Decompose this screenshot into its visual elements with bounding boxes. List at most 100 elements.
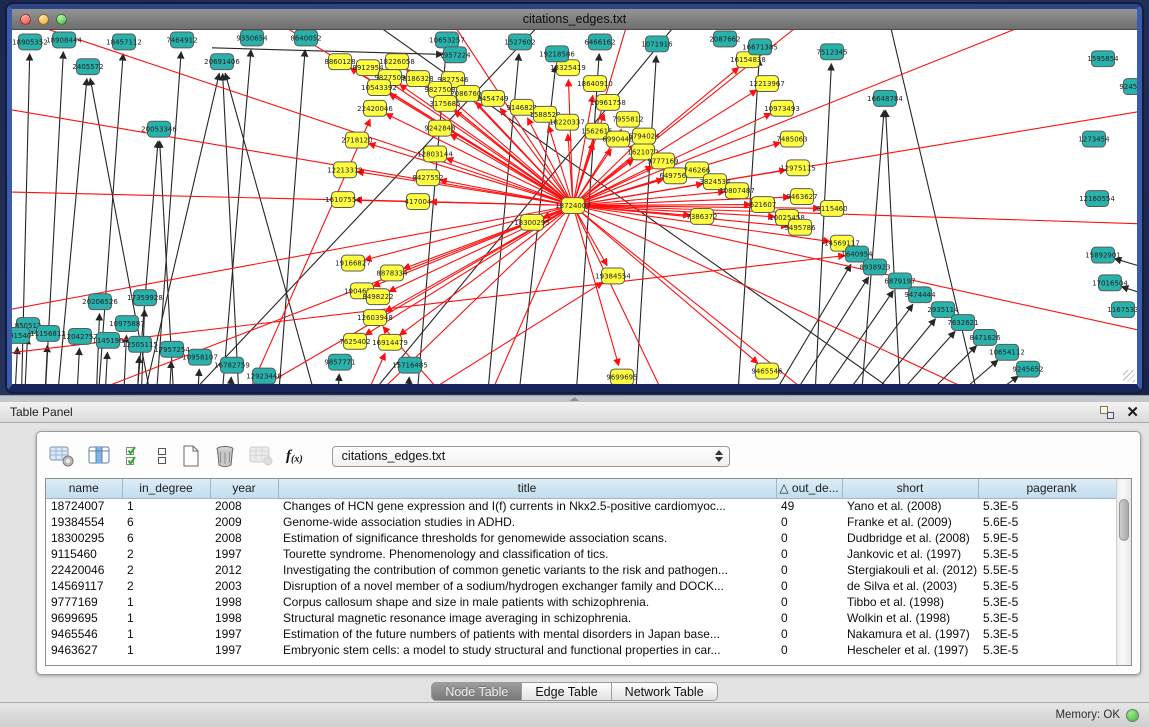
graph-node-20691406[interactable]: 20691406 [204, 54, 240, 70]
table-vertical-scrollbar[interactable] [1116, 479, 1131, 665]
graph-node-1527602[interactable]: 1527602 [504, 34, 535, 50]
graph-node-15892901[interactable]: 15892901 [1085, 247, 1121, 263]
table-row[interactable]: 1830029562008Estimation of significance … [46, 530, 1125, 546]
table-row[interactable]: 946554611997Estimation of the future num… [46, 626, 1125, 642]
graph-node-7512345[interactable]: 7512345 [816, 44, 847, 60]
import-table-icon[interactable] [249, 445, 273, 467]
delete-table-icon[interactable] [214, 444, 236, 468]
graph-node-18905352[interactable]: 18905352 [12, 34, 48, 50]
graph-node-9463627[interactable]: 9463627 [786, 189, 817, 205]
table-selector-dropdown[interactable]: citations_edges.txt [332, 446, 730, 467]
graph-node-19166827[interactable]: 19166827 [335, 255, 371, 271]
new-table-icon[interactable] [181, 444, 201, 468]
graph-node-12213967[interactable]: 12213967 [749, 76, 785, 92]
close-panel-icon[interactable]: ✕ [1126, 406, 1139, 419]
row-options-icon[interactable] [156, 445, 168, 467]
graph-edge[interactable] [446, 158, 573, 205]
table-settings-icon[interactable] [49, 445, 75, 467]
graph-edge[interactable] [573, 30, 1137, 206]
graph-edge[interactable] [908, 376, 1018, 384]
graph-node-7955812[interactable]: 7955812 [612, 111, 643, 127]
panel-splitter[interactable] [0, 395, 1149, 402]
graph-edge[interactable] [365, 206, 573, 260]
graph-node-20053346[interactable]: 20053346 [141, 121, 177, 137]
graph-edge[interactable] [573, 206, 912, 384]
graph-edge[interactable] [823, 319, 935, 384]
graph-node-12160554[interactable]: 12160554 [1079, 191, 1115, 207]
graph-edge[interactable] [94, 314, 100, 384]
graph-edge[interactable] [568, 80, 573, 206]
graph-edge[interactable] [225, 73, 332, 384]
graph-node-10653257[interactable]: 10653257 [429, 32, 465, 48]
graph-node-7957224[interactable]: 7957224 [439, 47, 471, 63]
graph-node-8454749[interactable]: 8454749 [477, 90, 508, 106]
graph-edge[interactable] [737, 264, 851, 384]
graph-edge[interactable] [887, 360, 998, 384]
select-all-icon[interactable] [125, 445, 143, 467]
graph-node-6879197[interactable]: 6879197 [884, 273, 915, 289]
graph-node-1145190[interactable]: 1145190 [92, 332, 123, 348]
table-row[interactable]: 1872400712008Changes of HCN gene express… [46, 498, 1125, 514]
column-header-pagerank[interactable]: pagerank [978, 479, 1125, 498]
column-header-short[interactable]: short [842, 479, 978, 498]
table-row[interactable]: 946362711997Embryonic stem cells: a mode… [46, 642, 1125, 658]
graph-node-9245052[interactable]: 9245052 [1119, 79, 1137, 95]
graph-node-16107554[interactable]: 16107554 [325, 192, 361, 208]
graph-node-1273454[interactable]: 1273454 [1078, 131, 1110, 147]
graph-edge[interactable] [573, 206, 1137, 358]
table-row[interactable]: 2242004622012Investigating the contribut… [46, 562, 1125, 578]
graph-node-9350654[interactable]: 9350654 [236, 30, 268, 46]
graph-edge[interactable] [404, 377, 409, 384]
column-header-title[interactable]: title [278, 479, 776, 498]
graph-edge[interactable] [368, 144, 573, 206]
graph-edge[interactable] [262, 282, 603, 384]
graph-node-6794024[interactable]: 6794024 [628, 128, 660, 144]
graph-node-2718120[interactable]: 2718120 [341, 132, 372, 148]
graph-node-17016504[interactable]: 17016504 [1092, 275, 1128, 291]
graph-node-9465546[interactable]: 9465546 [751, 363, 782, 379]
table-row[interactable]: 1456911722003Disruption of a novel membe… [46, 578, 1125, 594]
column-header-out_de[interactable]: △ out_de... [776, 479, 842, 498]
graph-node-1071916[interactable]: 1071916 [641, 36, 672, 52]
graph-edge[interactable] [74, 348, 79, 384]
tab-edge-table[interactable]: Edge Table [522, 682, 611, 701]
graph-node-9474444[interactable]: 9474444 [904, 287, 936, 303]
graph-edge[interactable] [194, 369, 199, 384]
graph-edge[interactable] [226, 377, 231, 384]
graph-node-2087662[interactable]: 2087662 [709, 31, 740, 47]
column-header-year[interactable]: year [210, 479, 278, 498]
graph-edge[interactable] [274, 50, 305, 384]
graph-edge[interactable] [217, 50, 251, 384]
memory-status-icon[interactable] [1126, 709, 1139, 722]
graph-node-8427552[interactable]: 8427552 [412, 170, 443, 186]
graph-node-7386372[interactable]: 7386372 [686, 208, 717, 224]
graph-node-8471626[interactable]: 8471626 [969, 329, 1000, 345]
graph-node-10975887[interactable]: 10975887 [109, 316, 145, 332]
graph-node-16648784[interactable]: 16648784 [867, 90, 903, 106]
graph-node-7485063[interactable]: 7485063 [776, 131, 807, 147]
graph-edge[interactable] [573, 206, 712, 384]
window-resize-grip[interactable] [1123, 370, 1135, 382]
graph-node-10654112[interactable]: 10654112 [989, 344, 1025, 360]
network-canvas[interactable]: 1872400788601288912954182260589827509818… [12, 30, 1137, 384]
graph-node-9857771[interactable]: 9857771 [324, 354, 355, 370]
network-window-titlebar[interactable]: citations_edges.txt [12, 9, 1137, 30]
graph-edge[interactable] [573, 206, 607, 266]
graph-node-20206526[interactable]: 20206526 [82, 294, 118, 310]
graph-edge[interactable] [166, 361, 171, 384]
graph-node-12975115[interactable]: 12975115 [780, 160, 816, 176]
graph-node-12923448[interactable]: 12923448 [246, 368, 282, 384]
graph-node-9242848[interactable]: 9242848 [424, 120, 455, 136]
graph-edge[interactable] [383, 327, 532, 384]
table-row[interactable]: 977716911998Corpus callosum shape and si… [46, 594, 1125, 610]
graph-edge[interactable] [780, 291, 893, 384]
graph-edge[interactable] [573, 206, 1112, 384]
graph-edge[interactable] [102, 352, 107, 384]
graph-node-8498222[interactable]: 8498222 [362, 289, 393, 305]
graph-node-8938923[interactable]: 8938923 [859, 259, 890, 275]
float-panel-icon[interactable] [1100, 406, 1114, 419]
tab-node-table[interactable]: Node Table [431, 682, 522, 701]
edit-columns-icon[interactable] [88, 445, 112, 467]
graph-node-6466162[interactable]: 6466162 [584, 34, 615, 50]
graph-edge[interactable] [1114, 259, 1137, 276]
